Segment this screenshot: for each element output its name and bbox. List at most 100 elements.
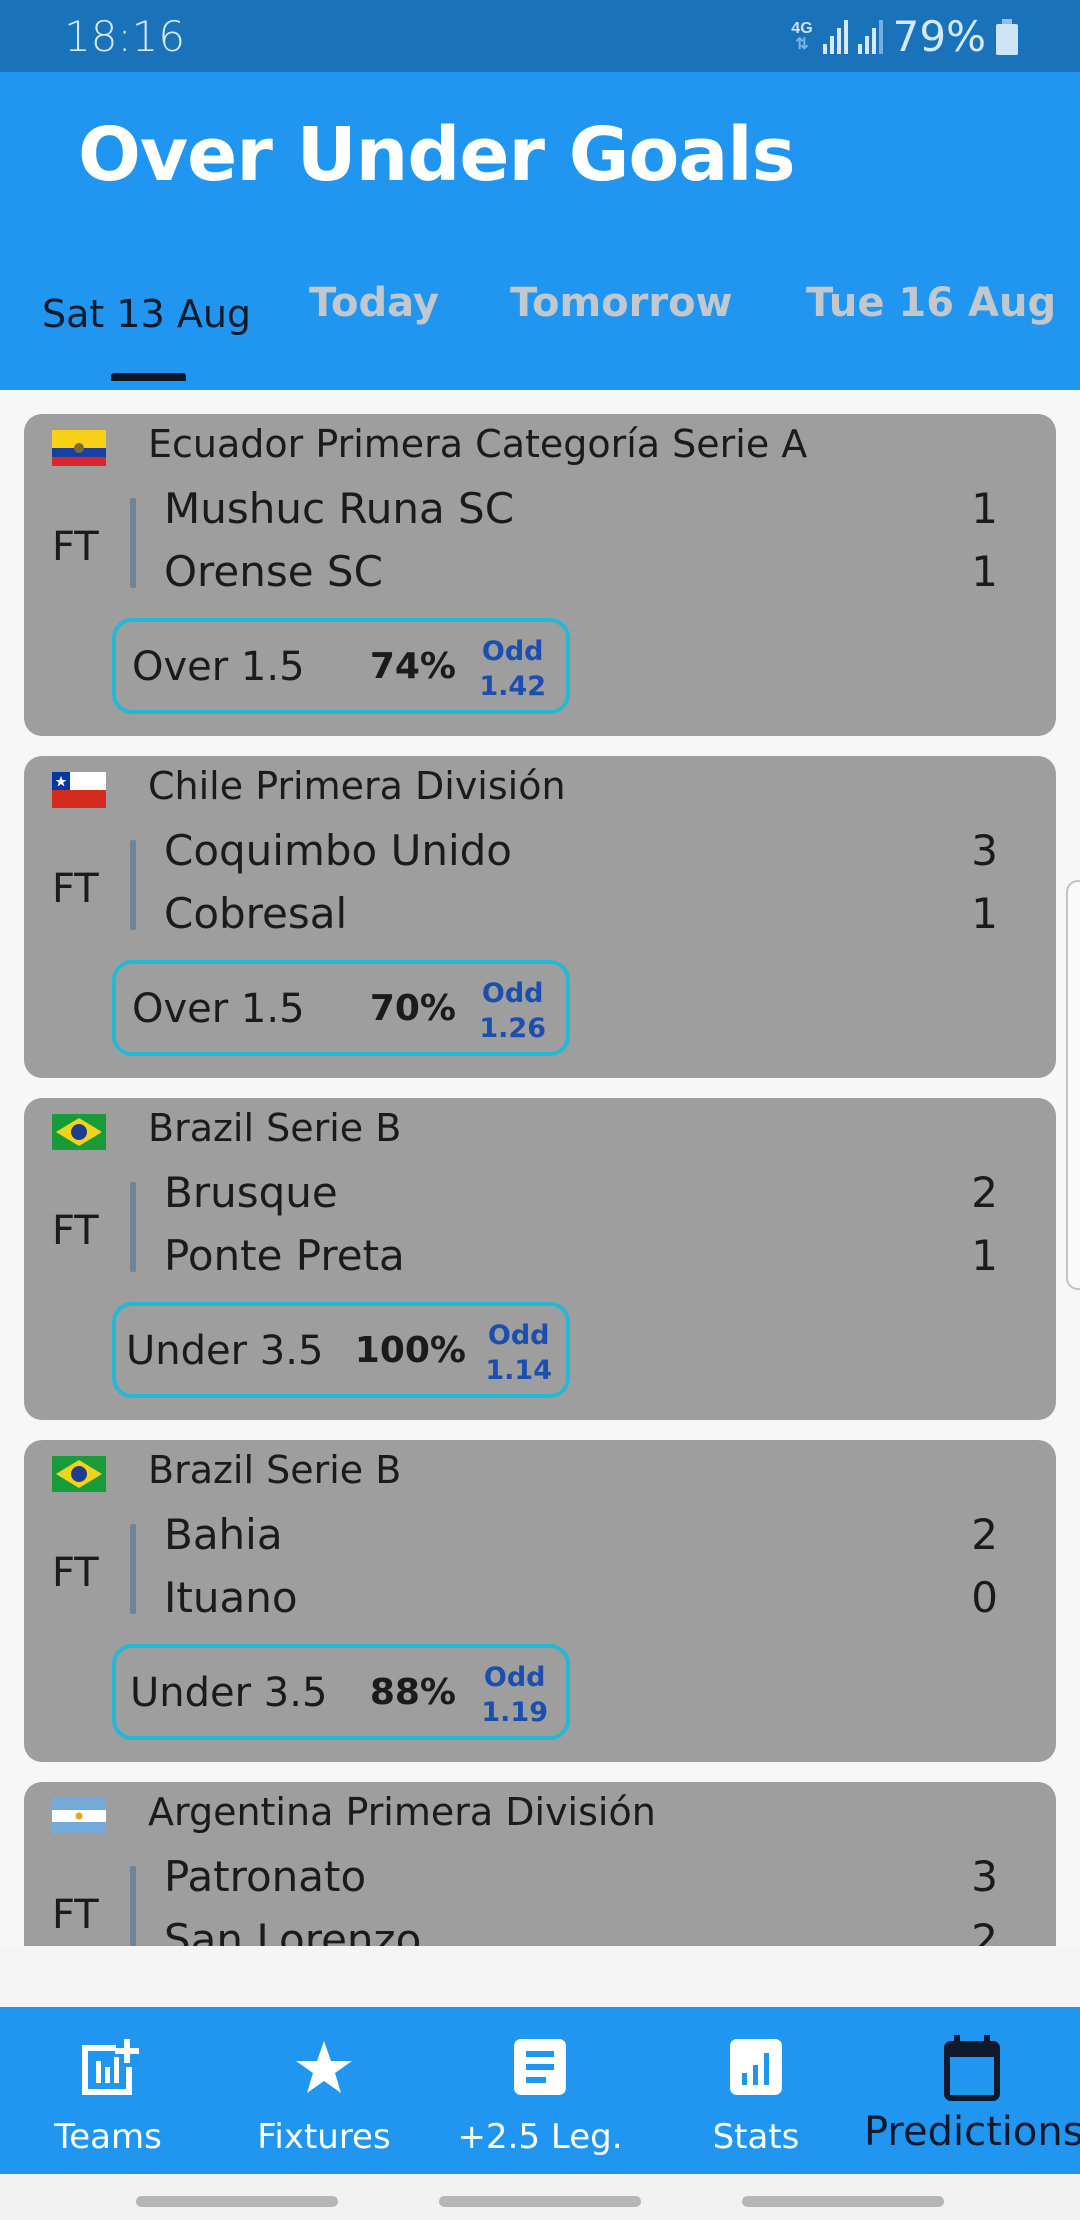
home-team: Brusque — [164, 1168, 338, 1217]
battery-icon — [996, 18, 1018, 55]
ecuador-flag-icon — [52, 430, 106, 466]
home-score: 3 — [971, 826, 998, 875]
divider — [130, 1866, 136, 1946]
divider — [130, 840, 136, 930]
away-team: Ituano — [164, 1573, 298, 1622]
match-card[interactable]: Argentina Primera División FT Patronato … — [24, 1782, 1056, 1946]
status-time: 18:16 — [64, 12, 186, 61]
nav-teams[interactable]: Teams — [0, 2007, 216, 2174]
nav-stats[interactable]: Stats — [648, 2007, 864, 2174]
away-score: 1 — [971, 889, 998, 938]
league-name: Argentina Primera División — [148, 1790, 656, 1834]
tab-tomorrow[interactable]: Tomorrow — [510, 280, 733, 326]
nav-label: +2.5 Leg. — [457, 2117, 623, 2157]
home-team: Bahia — [164, 1510, 283, 1559]
tab-today[interactable]: Today — [309, 280, 439, 326]
network-type-label: 4G — [791, 19, 813, 37]
league-name: Chile Primera División — [148, 764, 566, 808]
match-list[interactable]: Ecuador Primera Categoría Serie A FT Mus… — [0, 390, 1080, 1946]
home-score: 3 — [971, 1852, 998, 1901]
system-gesture-bar — [0, 2174, 1080, 2220]
date-tabs: Sat 13 Aug Today Tomorrow Tue 16 Aug — [0, 272, 1080, 390]
status-bar: 18:16 4G ⇅ 79% — [0, 0, 1080, 72]
home-score: 2 — [971, 1510, 998, 1559]
nav-fixtures[interactable]: Fixtures — [216, 2007, 432, 2174]
nav-label: Fixtures — [257, 2117, 391, 2157]
nav-predictions[interactable]: Predictions — [864, 2007, 1080, 2174]
odd-value: 1.14 — [485, 1355, 552, 1386]
brazil-flag-icon — [52, 1456, 106, 1492]
gesture-pill-left[interactable] — [136, 2196, 338, 2207]
prediction-percent: 74% — [369, 646, 456, 687]
odd-value: 1.26 — [479, 1013, 546, 1044]
gesture-pill-right[interactable] — [742, 2196, 944, 2207]
nav-over-2-5-leagues[interactable]: +2.5 Leg. — [432, 2007, 648, 2174]
gesture-pill-center[interactable] — [439, 2196, 641, 2207]
divider — [130, 1524, 136, 1614]
odd-label: Odd — [481, 978, 544, 1009]
brazil-flag-icon — [52, 1114, 106, 1150]
teams-icon — [82, 2039, 139, 2095]
odd-value: 1.42 — [479, 671, 546, 702]
argentina-flag-icon — [52, 1798, 106, 1834]
prediction-box[interactable]: Over 1.5 70% Odd 1.26 — [112, 960, 570, 1056]
away-score: 2 — [971, 1915, 998, 1946]
prediction-percent: 100% — [354, 1330, 466, 1371]
league-name: Brazil Serie B — [148, 1448, 402, 1492]
match-status: FT — [52, 1550, 99, 1596]
data-arrows-icon: ⇅ — [795, 35, 809, 53]
battery-percent: 79% — [892, 12, 986, 61]
away-team: Ponte Preta — [164, 1231, 405, 1280]
match-status: FT — [52, 524, 99, 570]
match-card[interactable]: Brazil Serie B FT Brusque 2 Ponte Preta … — [24, 1098, 1056, 1420]
prediction-odd: Odd 1.42 — [479, 634, 546, 704]
prediction-label: Under 3.5 — [130, 1670, 328, 1716]
app-header: Over Under Goals Sat 13 Aug Today Tomorr… — [0, 72, 1080, 390]
stats-icon — [730, 2039, 782, 2095]
away-team: Cobresal — [164, 889, 348, 938]
calendar-icon — [944, 2035, 1000, 2101]
active-tab-indicator — [111, 373, 186, 381]
prediction-label: Over 1.5 — [132, 644, 305, 690]
match-card[interactable]: Chile Primera División FT Coquimbo Unido… — [24, 756, 1056, 1078]
match-status: FT — [52, 1208, 99, 1254]
prediction-percent: 88% — [369, 1672, 456, 1713]
away-score: 1 — [971, 1231, 998, 1280]
prediction-odd: Odd 1.14 — [485, 1318, 552, 1388]
prediction-box[interactable]: Over 1.5 74% Odd 1.42 — [112, 618, 570, 714]
nav-label: Predictions — [864, 2109, 1080, 2155]
status-indicators: 4G ⇅ 79% — [791, 12, 1018, 61]
away-score: 1 — [971, 547, 998, 596]
odd-label: Odd — [483, 1662, 546, 1693]
league-name: Brazil Serie B — [148, 1106, 402, 1150]
chile-flag-icon — [52, 772, 106, 808]
network-type-icon: 4G ⇅ — [791, 19, 813, 53]
match-card[interactable]: Brazil Serie B FT Bahia 2 Ituano 0 Under… — [24, 1440, 1056, 1762]
home-team: Mushuc Runa SC — [164, 484, 515, 533]
away-team: San Lorenzo — [164, 1915, 422, 1946]
prediction-box[interactable]: Under 3.5 100% Odd 1.14 — [112, 1302, 570, 1398]
star-icon — [296, 2041, 352, 2093]
tab-tue-16-aug[interactable]: Tue 16 Aug — [806, 280, 1056, 326]
home-team: Coquimbo Unido — [164, 826, 512, 875]
odd-value: 1.19 — [481, 1697, 548, 1728]
divider — [130, 1182, 136, 1272]
league-name: Ecuador Primera Categoría Serie A — [148, 422, 808, 466]
prediction-percent: 70% — [369, 988, 456, 1029]
prediction-odd: Odd 1.26 — [479, 976, 546, 1046]
nav-label: Stats — [712, 2117, 800, 2157]
tab-sat-13-aug[interactable]: Sat 13 Aug — [42, 292, 251, 336]
home-score: 1 — [971, 484, 998, 533]
nav-label: Teams — [54, 2117, 162, 2157]
signal-icon — [822, 19, 848, 54]
odd-label: Odd — [481, 636, 544, 667]
bottom-nav: Teams Fixtures +2.5 Leg. Stats Predictio… — [0, 2007, 1080, 2174]
match-card[interactable]: Ecuador Primera Categoría Serie A FT Mus… — [24, 414, 1056, 736]
signal-icon-2 — [857, 19, 883, 54]
away-score: 0 — [971, 1573, 998, 1622]
away-team: Orense SC — [164, 547, 383, 596]
home-team: Patronato — [164, 1852, 367, 1901]
scroll-handle[interactable] — [1066, 880, 1080, 1290]
prediction-box[interactable]: Under 3.5 88% Odd 1.19 — [112, 1644, 570, 1740]
list-document-icon — [514, 2039, 566, 2095]
